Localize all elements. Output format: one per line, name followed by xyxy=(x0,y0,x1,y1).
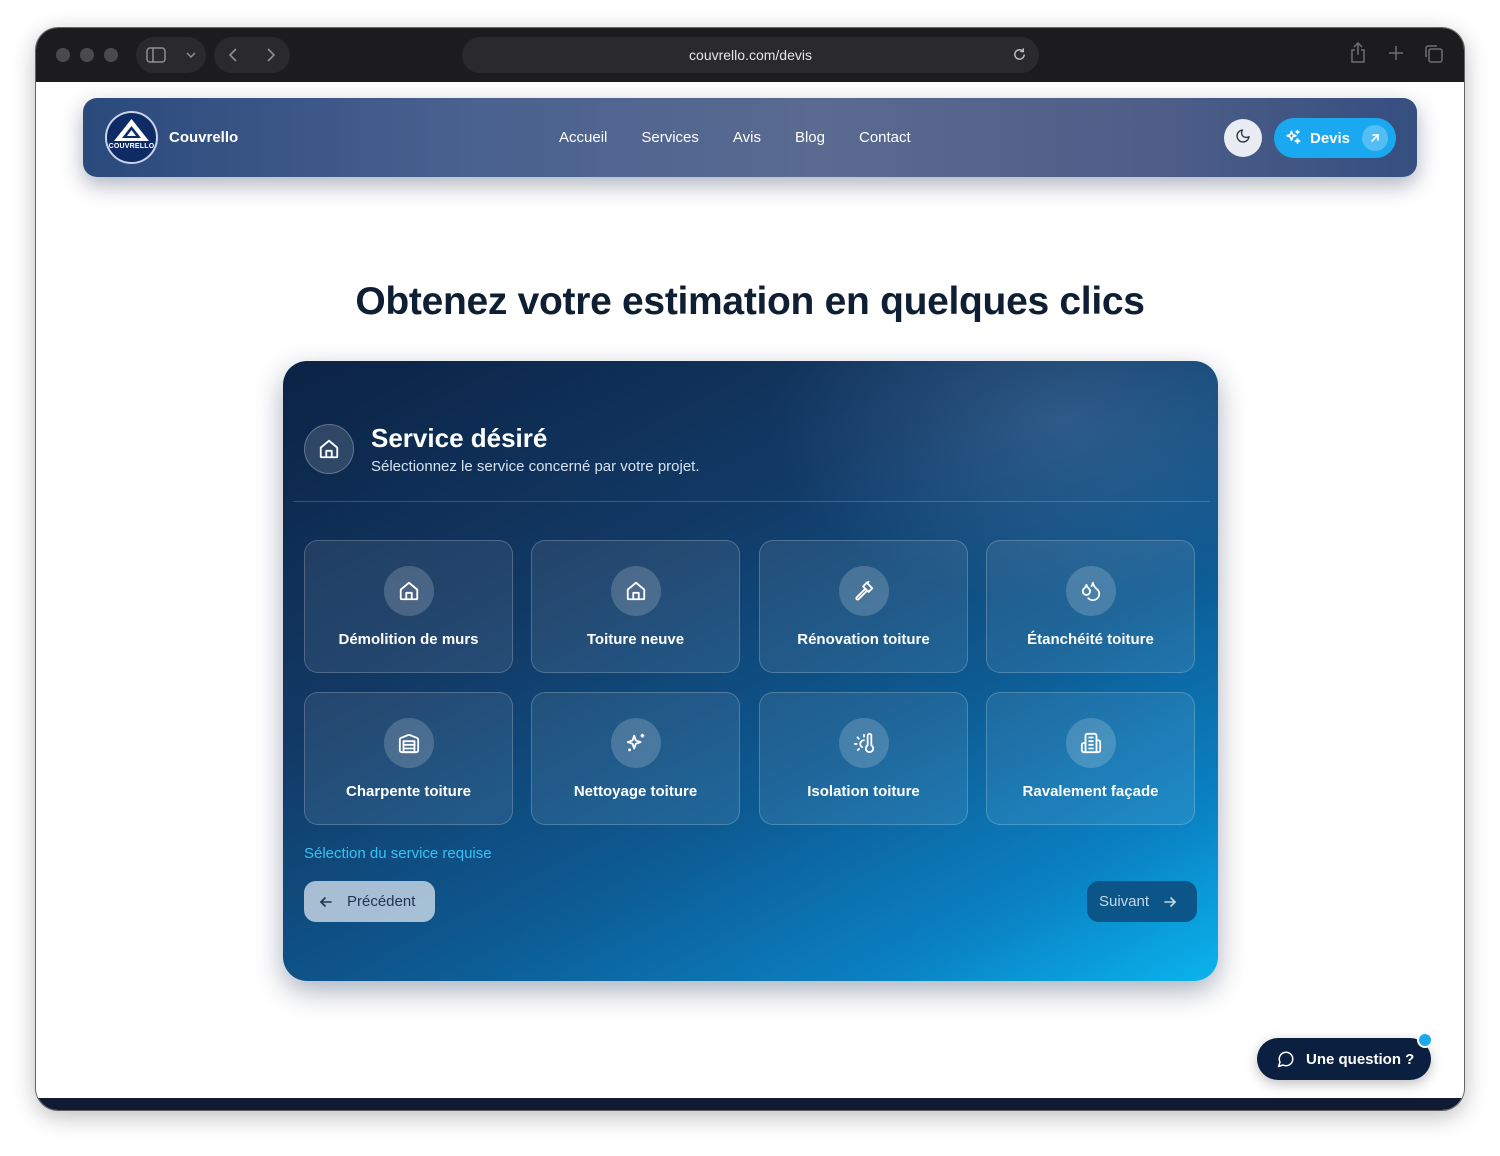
notification-dot xyxy=(1417,1032,1433,1048)
warehouse-icon xyxy=(384,718,434,768)
previous-button[interactable]: Précédent xyxy=(304,881,435,922)
site-header: COUVRELLO Couvrello Accueil Services Avi… xyxy=(83,98,1417,177)
home-icon xyxy=(304,424,354,474)
new-tab-icon[interactable] xyxy=(1387,44,1405,67)
page-title: Obtenez votre estimation en quelques cli… xyxy=(355,280,1145,323)
arrow-left-icon xyxy=(319,895,333,909)
arrow-up-right-icon xyxy=(1362,125,1388,151)
forward-icon[interactable] xyxy=(266,47,276,63)
browser-window: couvrello.com/devis COUVRELLO Couvrello … xyxy=(36,28,1464,1110)
brand-name[interactable]: Couvrello xyxy=(169,98,238,177)
validation-message: Sélection du service requise xyxy=(304,845,492,862)
tab-overview-icon[interactable] xyxy=(1424,44,1444,69)
chevron-down-icon[interactable] xyxy=(186,51,196,59)
service-option-label: Rénovation toiture xyxy=(797,631,930,648)
step-subtitle: Sélectionnez le service concerné par vot… xyxy=(371,458,700,475)
browser-toolbar: couvrello.com/devis xyxy=(36,28,1464,82)
moon-icon xyxy=(1235,128,1251,149)
logo[interactable]: COUVRELLO xyxy=(105,111,158,164)
address-bar[interactable]: couvrello.com/devis xyxy=(462,37,1039,73)
logo-wordmark: COUVRELLO xyxy=(108,143,155,150)
reload-icon[interactable] xyxy=(1012,47,1027,67)
previous-button-label: Précédent xyxy=(347,893,416,910)
nav-blog[interactable]: Blog xyxy=(795,129,825,146)
service-option-nettoyage[interactable]: Nettoyage toiture xyxy=(531,692,740,825)
back-icon[interactable] xyxy=(228,47,238,63)
chat-widget-button[interactable]: Une question ? xyxy=(1257,1032,1433,1080)
service-option-renovation[interactable]: Rénovation toiture xyxy=(759,540,968,673)
nav-avis[interactable]: Avis xyxy=(733,129,761,146)
minimize-window-button[interactable] xyxy=(80,48,94,62)
service-option-toiture-neuve[interactable]: Toiture neuve xyxy=(531,540,740,673)
service-option-etancheite[interactable]: Étanchéité toiture xyxy=(986,540,1195,673)
service-option-demolition[interactable]: Démolition de murs xyxy=(304,540,513,673)
service-option-label: Nettoyage toiture xyxy=(573,783,698,800)
droplets-icon xyxy=(1066,566,1116,616)
sidebar-toggle-group xyxy=(136,37,206,73)
hammer-icon xyxy=(839,566,889,616)
home-icon xyxy=(384,566,434,616)
sparkles-icon xyxy=(1284,129,1302,147)
service-option-label: Étanchéité toiture xyxy=(1027,631,1154,648)
building-icon xyxy=(1066,718,1116,768)
chat-widget-label: Une question ? xyxy=(1306,1050,1415,1068)
close-window-button[interactable] xyxy=(56,48,70,62)
message-circle-icon xyxy=(1277,1050,1295,1068)
main-nav: Accueil Services Avis Blog Contact xyxy=(559,98,945,177)
step-title: Service désiré xyxy=(371,423,548,453)
theme-toggle-button[interactable] xyxy=(1224,119,1262,157)
service-option-charpente[interactable]: Charpente toiture xyxy=(304,692,513,825)
share-icon[interactable] xyxy=(1349,41,1367,69)
next-button[interactable]: Suivant xyxy=(1087,881,1197,922)
service-option-isolation[interactable]: Isolation toiture xyxy=(759,692,968,825)
devis-button[interactable]: Devis xyxy=(1274,118,1396,158)
service-option-label: Charpente toiture xyxy=(345,783,471,800)
divider xyxy=(293,501,1210,502)
page-footer-edge xyxy=(36,1098,1464,1110)
service-option-label: Ravalement façade xyxy=(1022,783,1159,800)
next-button-label: Suivant xyxy=(1099,893,1150,910)
nav-contact[interactable]: Contact xyxy=(859,129,911,146)
service-option-label: Toiture neuve xyxy=(586,631,685,648)
sparkles-icon xyxy=(611,718,661,768)
nav-services[interactable]: Services xyxy=(641,129,699,146)
service-option-label: Démolition de murs xyxy=(338,631,479,648)
address-bar-url: couvrello.com/devis xyxy=(689,47,812,63)
arrow-right-icon xyxy=(1163,895,1177,909)
service-option-ravalement[interactable]: Ravalement façade xyxy=(986,692,1195,825)
service-option-label: Isolation toiture xyxy=(807,783,920,800)
devis-button-label: Devis xyxy=(1310,129,1351,147)
nav-accueil[interactable]: Accueil xyxy=(559,129,607,146)
home-icon xyxy=(611,566,661,616)
zoom-window-button[interactable] xyxy=(104,48,118,62)
page-viewport: COUVRELLO Couvrello Accueil Services Avi… xyxy=(36,82,1464,1110)
quote-form-card: Service désiré Sélectionnez le service c… xyxy=(283,361,1218,981)
sidebar-icon[interactable] xyxy=(146,47,166,63)
history-nav-group xyxy=(214,37,290,73)
thermometer-sun-icon xyxy=(839,718,889,768)
